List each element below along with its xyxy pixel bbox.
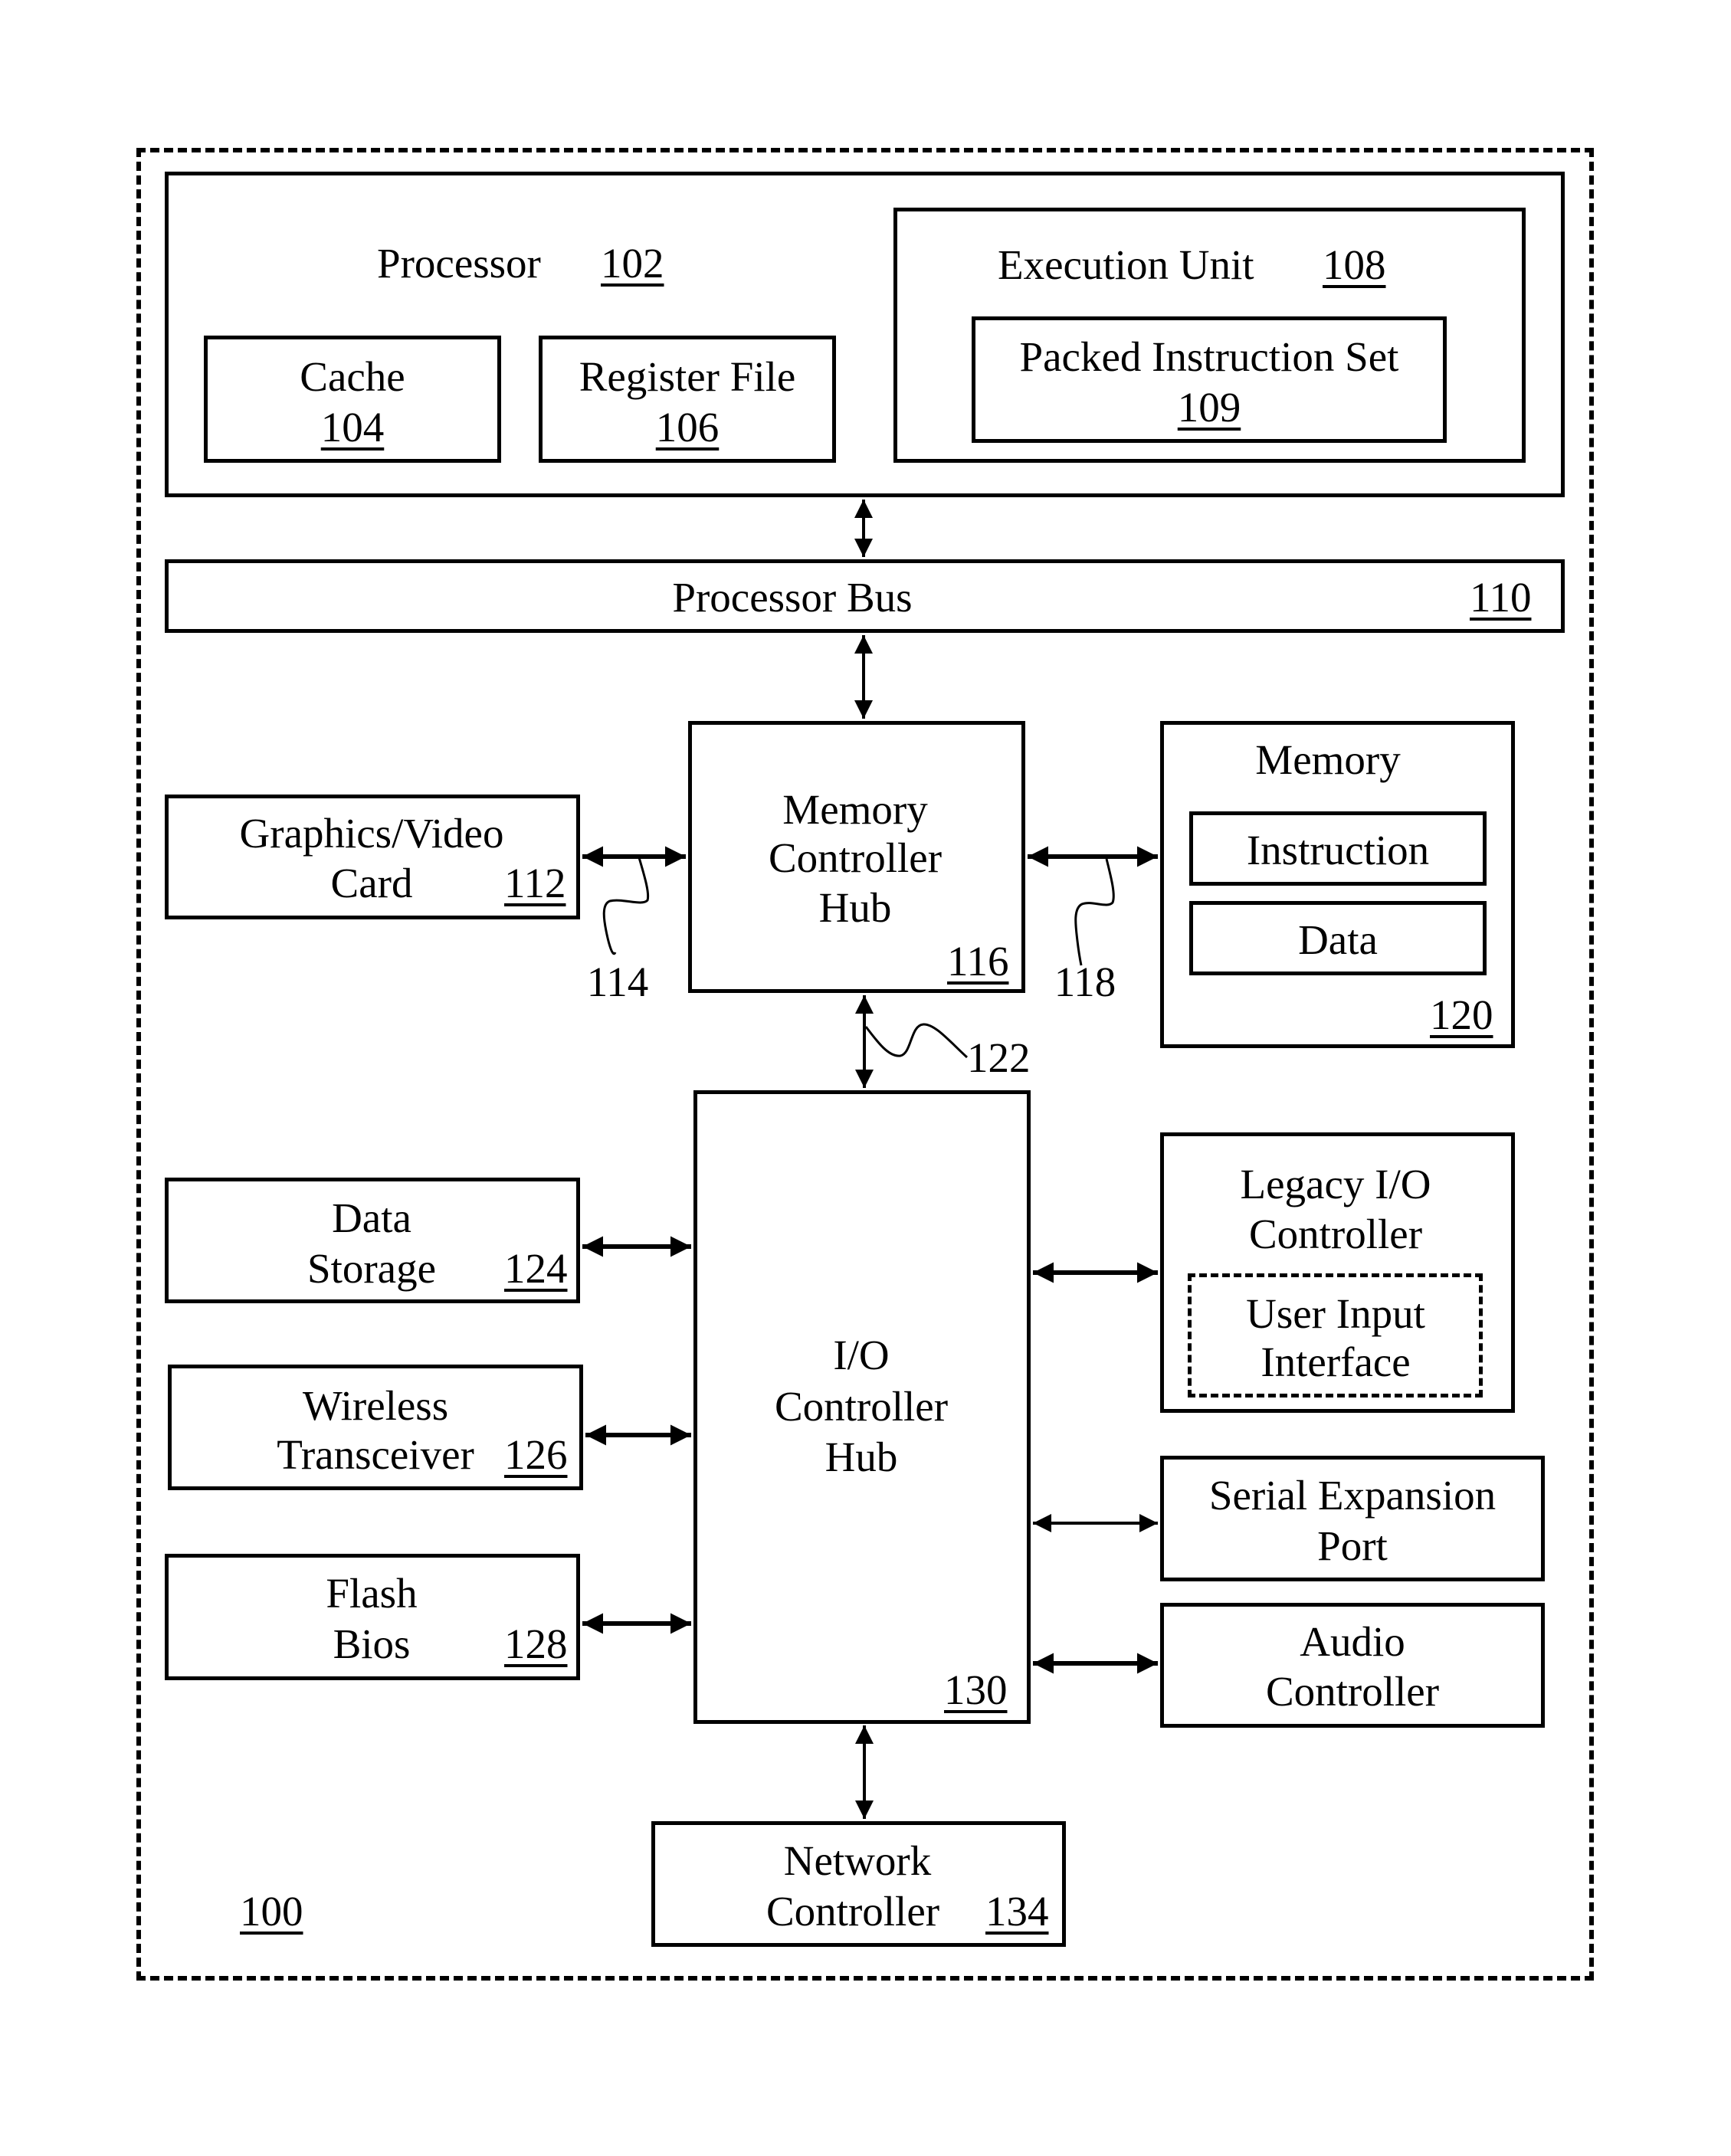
hub-link-leader — [864, 1023, 969, 1059]
connectors — [582, 500, 1158, 1819]
graphics-link-leader — [602, 854, 650, 955]
memory-link-leader — [1074, 858, 1115, 966]
